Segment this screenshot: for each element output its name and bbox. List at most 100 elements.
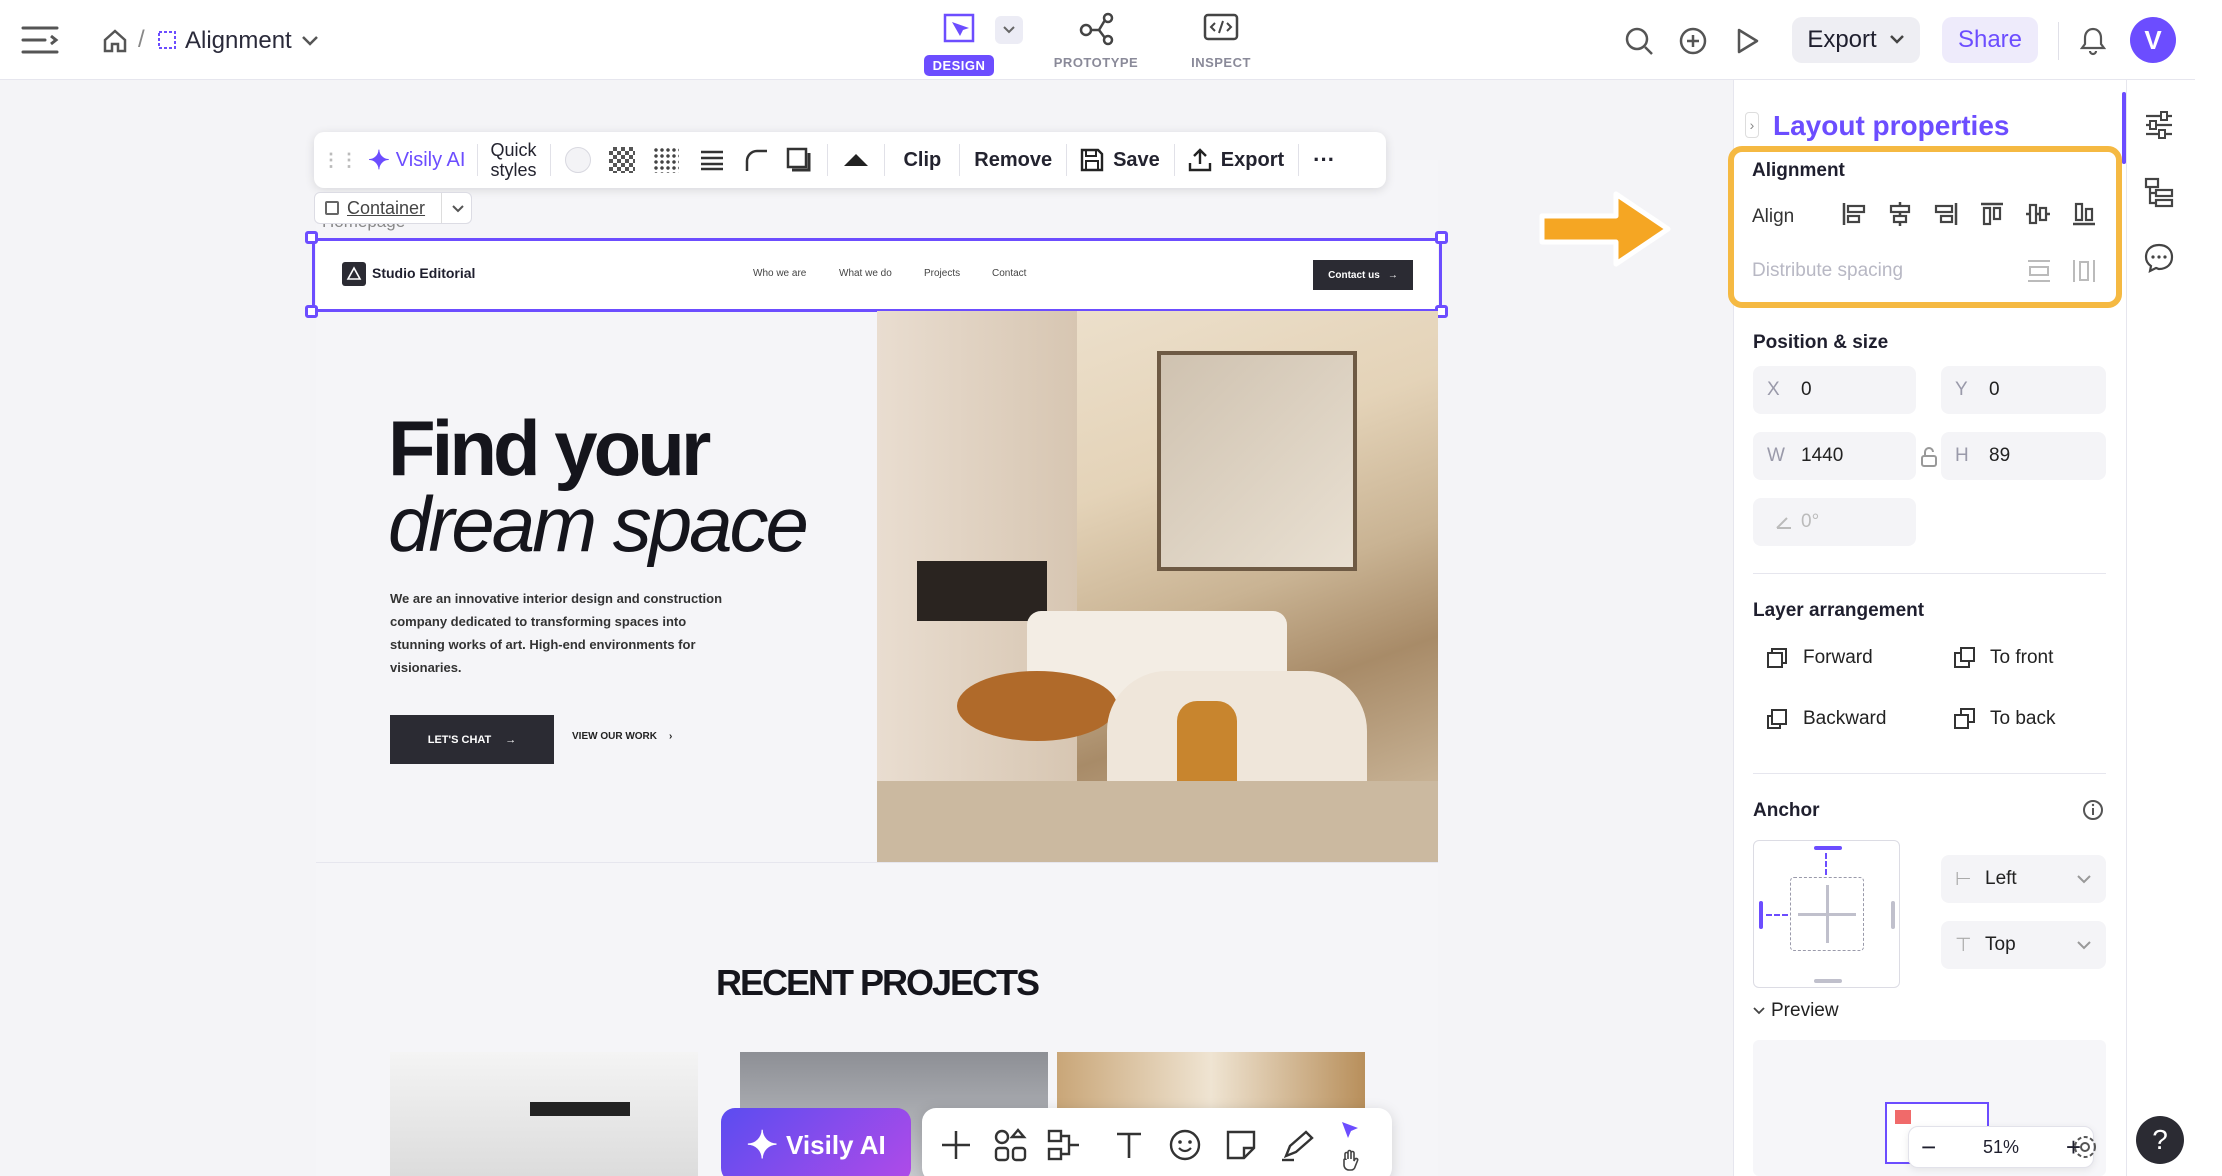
bottom-tool-dock — [922, 1108, 1392, 1176]
tab-inspect[interactable]: INSPECT — [1180, 10, 1262, 70]
share-button[interactable]: Share — [1942, 17, 2038, 63]
zoom-level[interactable]: 51% — [1983, 1137, 2019, 1158]
play-icon[interactable] — [1730, 24, 1764, 58]
help-icon[interactable]: ? — [2136, 1116, 2184, 1164]
to-back-label: To back — [1990, 708, 2056, 729]
resize-handle-nw[interactable] — [305, 231, 318, 244]
align-right-icon[interactable] — [1932, 200, 1960, 228]
chevron-right-icon: › — [669, 731, 673, 742]
chevron-down-icon — [1889, 35, 1904, 44]
forward-button[interactable]: Forward — [1765, 646, 1873, 670]
add-circle-icon[interactable] — [1676, 24, 1710, 58]
prototype-icon — [1079, 12, 1114, 46]
toolbar-divider — [1298, 144, 1300, 176]
position-size-title: Position & size — [1753, 332, 1889, 353]
chevron-down-icon[interactable] — [298, 30, 322, 52]
menu-icon[interactable] — [20, 22, 60, 58]
design-mode-icon — [943, 13, 975, 43]
fill-color-swatch[interactable] — [565, 147, 592, 173]
border-style-icon[interactable] — [697, 148, 727, 172]
resize-handle-sw[interactable] — [305, 305, 318, 318]
pattern-icon[interactable] — [653, 147, 680, 173]
remove-button[interactable]: Remove — [974, 149, 1052, 172]
sliders-icon[interactable] — [2143, 110, 2175, 140]
anchor-widget[interactable] — [1753, 840, 1900, 988]
align-left-icon[interactable] — [1840, 200, 1868, 228]
hero-description: We are an innovative interior design and… — [390, 591, 723, 675]
anchor-right[interactable] — [1891, 901, 1895, 929]
x-field[interactable]: X 0 — [1753, 366, 1916, 414]
home-icon[interactable] — [100, 26, 130, 56]
height-field[interactable]: H 89 — [1941, 432, 2106, 480]
zoom-out-icon[interactable]: − — [1921, 1134, 1936, 1160]
file-name[interactable]: Alignment — [185, 27, 292, 55]
image-adjust-icon[interactable] — [842, 150, 870, 170]
toolbar-divider — [827, 144, 829, 176]
align-top-icon[interactable] — [1978, 200, 2006, 228]
drag-handle-icon[interactable]: ⋮⋮ — [322, 150, 358, 171]
shadow-icon[interactable] — [785, 146, 813, 174]
export-button[interactable]: Export — [1792, 17, 1920, 63]
visily-ai-button[interactable]: ✦ Visily AI — [721, 1108, 911, 1176]
comment-icon[interactable] — [2143, 242, 2175, 274]
text-icon[interactable] — [1112, 1128, 1146, 1162]
flow-icon[interactable] — [1046, 1127, 1084, 1163]
hero-line: Find your — [388, 404, 711, 492]
sparkle-icon: ✦ — [746, 1124, 779, 1167]
distribute-horizontal-icon[interactable] — [2070, 257, 2098, 285]
anchor-bottom[interactable] — [1814, 979, 1842, 983]
align-middle-v-icon[interactable] — [2024, 200, 2052, 228]
tab-design[interactable]: DESIGN — [924, 10, 994, 76]
backward-button[interactable]: Backward — [1765, 707, 1886, 731]
preview-toggle[interactable]: Preview — [1753, 1000, 1839, 1022]
selection-chip[interactable]: Container — [314, 192, 472, 224]
anchor-top-active[interactable] — [1814, 846, 1842, 850]
quick-styles-button[interactable]: Quick styles — [490, 140, 536, 180]
sticky-note-icon[interactable] — [1224, 1128, 1258, 1162]
toolbar-divider — [477, 144, 479, 176]
chevron-down-icon[interactable] — [451, 204, 465, 214]
components-icon[interactable] — [992, 1127, 1028, 1163]
to-front-button[interactable]: To front — [1952, 646, 2053, 670]
opacity-icon[interactable] — [609, 147, 636, 173]
toolbar-divider — [1173, 144, 1175, 176]
toolbar-export-button[interactable]: Export — [1221, 149, 1284, 172]
align-center-h-icon[interactable] — [1886, 200, 1914, 228]
container-icon — [325, 201, 339, 215]
to-back-button[interactable]: To back — [1952, 707, 2055, 731]
lock-icon[interactable] — [1919, 446, 1939, 468]
y-value: 0 — [1989, 379, 2000, 400]
info-icon[interactable] — [2081, 798, 2105, 822]
mode-dropdown[interactable] — [995, 16, 1023, 44]
emoji-icon[interactable] — [1168, 1128, 1202, 1162]
rotation-field[interactable]: 0° — [1753, 498, 1916, 546]
toolbar-ai-button[interactable]: Visily AI — [396, 149, 466, 172]
y-field[interactable]: Y 0 — [1941, 366, 2106, 414]
anchor-left-active[interactable] — [1759, 901, 1763, 929]
bell-icon[interactable] — [2076, 24, 2110, 58]
search-icon[interactable] — [1622, 24, 1656, 58]
zoom-control: − 51% + — [1908, 1126, 2094, 1168]
collapse-panel-icon[interactable]: › — [1745, 112, 1759, 138]
resize-handle-ne[interactable] — [1435, 231, 1448, 244]
align-label: Align — [1752, 206, 1795, 227]
cursor-icon[interactable] — [1338, 1118, 1362, 1142]
distribute-vertical-icon[interactable] — [2025, 257, 2053, 285]
clip-button[interactable]: Clip — [903, 149, 941, 172]
settings-icon[interactable] — [2072, 1134, 2098, 1160]
hand-icon[interactable] — [1338, 1148, 1362, 1172]
more-icon[interactable]: ··· — [1313, 147, 1335, 173]
sparkle-icon: ✦ — [368, 144, 390, 175]
corner-radius-icon[interactable] — [743, 147, 769, 173]
width-field[interactable]: W 1440 — [1753, 432, 1916, 480]
add-icon[interactable] — [938, 1127, 974, 1163]
pen-icon[interactable] — [1280, 1128, 1316, 1162]
tab-prototype[interactable]: PROTOTYPE — [1050, 10, 1142, 70]
breadcrumb-separator: / — [138, 26, 145, 53]
horizontal-anchor-select[interactable]: ⊢ Left — [1941, 855, 2106, 903]
avatar[interactable]: V — [2130, 17, 2176, 63]
align-bottom-icon[interactable] — [2070, 200, 2098, 228]
save-button[interactable]: Save — [1113, 149, 1160, 172]
vertical-anchor-select[interactable]: ⊤ Top — [1941, 921, 2106, 969]
layers-icon[interactable] — [2143, 176, 2175, 208]
